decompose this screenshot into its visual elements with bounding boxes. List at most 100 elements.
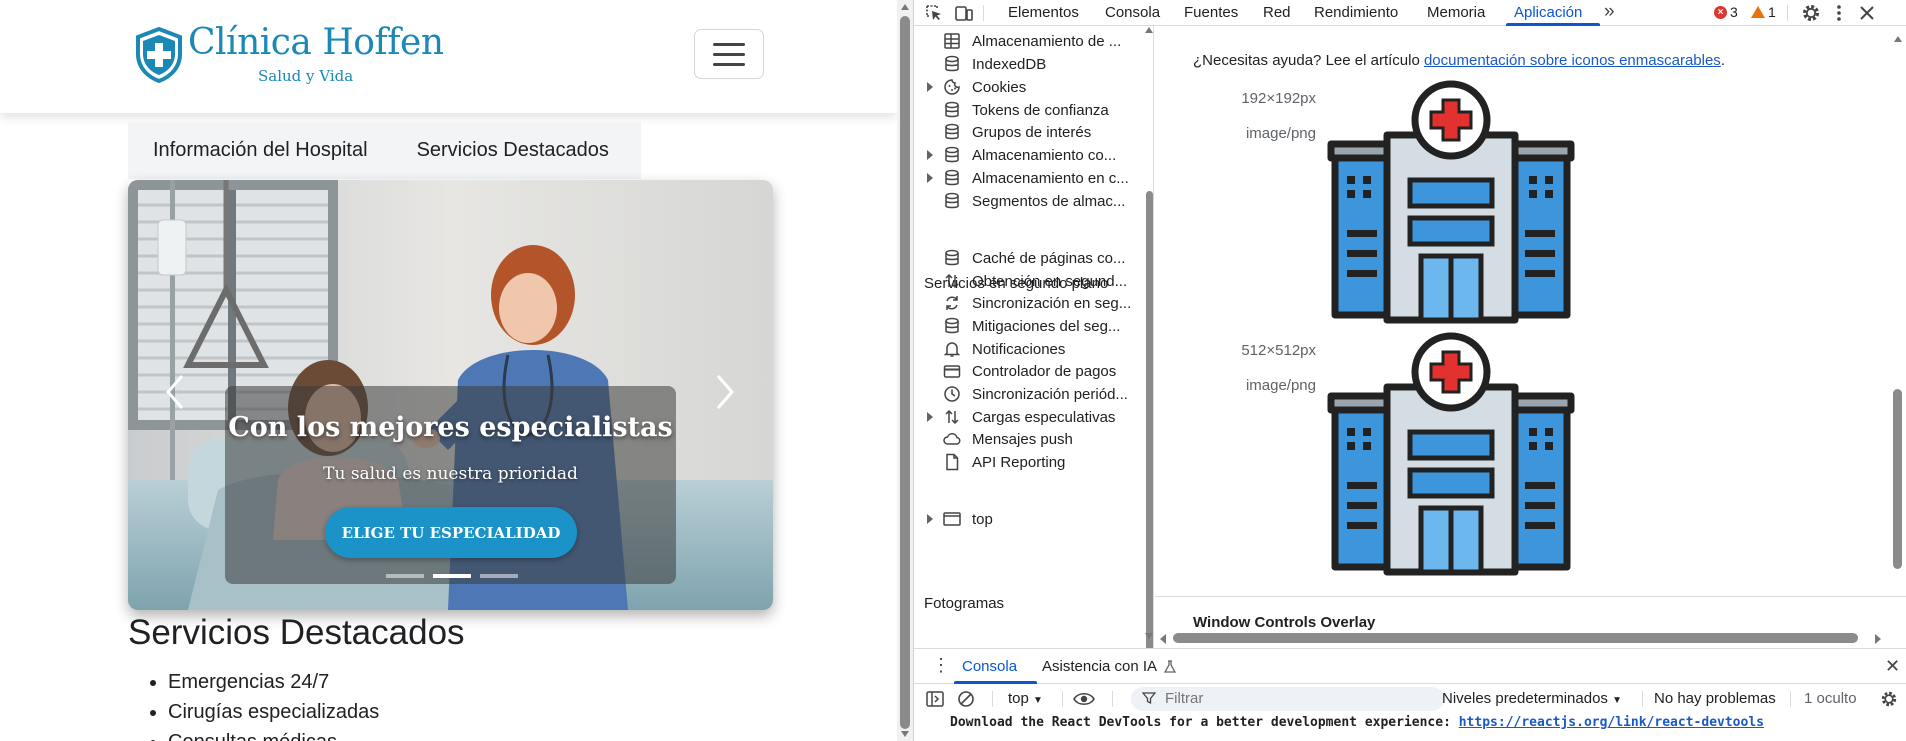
filter-icon — [1142, 692, 1156, 705]
sidebar-scrollbar-thumb[interactable] — [1146, 191, 1153, 648]
shield-cross-icon — [136, 26, 182, 83]
hospital-icon — [1327, 332, 1575, 576]
expand-caret-icon[interactable] — [927, 514, 933, 524]
console-filter-input[interactable] — [1131, 687, 1444, 711]
services-list: Emergencias 24/7 Cirugías especializadas… — [168, 667, 379, 741]
sidebar-item-tokens-de-confianza[interactable]: Tokens de confianza — [942, 98, 1109, 122]
database-icon — [945, 317, 959, 334]
carousel-indicator[interactable] — [386, 574, 424, 578]
carousel-prev-icon[interactable] — [158, 370, 194, 414]
sidebar-item-label: Tokens de confianza — [972, 101, 1109, 119]
drawer-tab-console[interactable]: Consola — [962, 658, 1017, 675]
sidebar-item-cache-de-paginas-co[interactable]: Caché de páginas co... — [942, 246, 1125, 270]
sidebar-item-grupos-de-interes[interactable]: Grupos de interés — [942, 120, 1091, 144]
sidebar-item-label: Mensajes push — [972, 430, 1073, 448]
sidebar-item-controlador-de-pagos[interactable]: Controlador de pagos — [942, 359, 1116, 383]
clear-console-icon[interactable] — [957, 690, 975, 708]
react-devtools-link[interactable]: https://reactjs.org/link/react-devtools — [1459, 715, 1764, 730]
sidebar-item-segmentos-de-almac[interactable]: Segmentos de almac... — [942, 189, 1125, 213]
scrollbar-thumb[interactable] — [900, 16, 910, 729]
tab-performance[interactable]: Rendimiento — [1314, 4, 1398, 21]
help-text: ¿Necesitas ayuda? Lee el artículo docume… — [1193, 52, 1725, 69]
sidebar-item-indexeddb[interactable]: IndexedDB — [942, 52, 1046, 76]
help-suffix: . — [1720, 52, 1725, 69]
page-scrollbar[interactable] — [897, 0, 913, 741]
expand-caret-icon[interactable] — [927, 150, 933, 160]
scroll-up-icon[interactable] — [1894, 36, 1902, 42]
sidebar-item-almacenamiento-de[interactable]: Almacenamiento de ... — [942, 29, 1121, 53]
warning-badge[interactable]: 1 — [1751, 4, 1776, 20]
help-prefix: ¿Necesitas ayuda? Lee el artículo — [1193, 52, 1424, 69]
sidebar-item-notificaciones[interactable]: Notificaciones — [942, 337, 1065, 361]
scroll-up-icon[interactable] — [901, 4, 909, 10]
tab-sources[interactable]: Fuentes — [1184, 4, 1238, 21]
maskable-icons-docs-link[interactable]: documentación sobre iconos enmascarables — [1424, 52, 1721, 69]
manifest-hscrollbar-thumb[interactable] — [1173, 633, 1858, 643]
sidebar-item-label: API Reporting — [972, 453, 1066, 471]
sidebar-item-mensajes-push[interactable]: Mensajes push — [942, 427, 1073, 451]
close-icon[interactable] — [1857, 3, 1877, 23]
device-toolbar-icon[interactable] — [954, 3, 974, 23]
carousel-indicator[interactable] — [480, 574, 518, 578]
bell-icon — [943, 342, 961, 357]
tab-network[interactable]: Red — [1263, 4, 1291, 21]
sidebar-item-cargas-especulativas[interactable]: Cargas especulativas — [942, 405, 1115, 429]
manifest-scrollbar-thumb[interactable] — [1893, 389, 1902, 569]
site-tabs: Información del Hospital Servicios Desta… — [128, 122, 641, 179]
choose-specialty-button[interactable]: ELIGE TU ESPECIALIDAD — [325, 507, 577, 558]
drawer-tab-ai-assistance[interactable]: Asistencia con IA — [1042, 658, 1157, 675]
services-heading: Servicios Destacados — [128, 613, 465, 652]
sidebar-item-almacenamiento-co[interactable]: Almacenamiento co... — [942, 143, 1116, 167]
navbar-toggle-button[interactable] — [694, 29, 764, 79]
tab-featured-services[interactable]: Servicios Destacados — [393, 139, 634, 162]
carousel-indicator[interactable] — [433, 574, 471, 578]
toolbar-divider — [1062, 691, 1063, 707]
gear-icon[interactable] — [1880, 690, 1898, 708]
sidebar-item-top[interactable]: top — [942, 507, 993, 531]
toolbar-divider — [1642, 691, 1643, 707]
context-selector[interactable]: top ▼ — [1008, 690, 1043, 707]
log-levels-dropdown[interactable]: Niveles predeterminados ▼ — [1442, 690, 1622, 707]
carousel-next-icon[interactable] — [706, 370, 742, 414]
sidebar-toggle-icon[interactable] — [926, 691, 944, 707]
kebab-menu-icon[interactable] — [1829, 3, 1849, 23]
section-divider — [1155, 596, 1906, 597]
toolbar-divider — [1787, 5, 1788, 21]
tab-hospital-info[interactable]: Información del Hospital — [128, 139, 393, 162]
sidebar-item-label: Almacenamiento en c... — [972, 169, 1129, 187]
more-tabs-icon[interactable]: » — [1604, 1, 1615, 23]
gear-icon[interactable] — [1801, 3, 1821, 23]
drawer-menu-icon[interactable]: ⋮ — [932, 656, 950, 674]
cookie-icon — [944, 79, 960, 95]
scroll-left-icon[interactable] — [1160, 634, 1166, 644]
expand-caret-icon[interactable] — [927, 82, 933, 92]
scroll-down-icon[interactable] — [1145, 633, 1153, 639]
carousel-subtitle: Tu salud es nuestra prioridad — [323, 464, 578, 484]
manifest-panel: ¿Necesitas ayuda? Lee el artículo docume… — [1155, 26, 1906, 648]
sidebar-item-api-reporting[interactable]: API Reporting — [942, 450, 1065, 474]
inspect-element-icon[interactable] — [924, 3, 944, 23]
sidebar-item-cookies[interactable]: Cookies — [942, 75, 1026, 99]
hidden-messages-count: 1 oculto — [1804, 690, 1857, 707]
sidebar-item-mitigaciones-del-seg[interactable]: Mitigaciones del seg... — [942, 314, 1120, 338]
issues-status[interactable]: No hay problemas — [1654, 690, 1776, 707]
expand-caret-icon[interactable] — [927, 173, 933, 183]
tab-application[interactable]: Aplicación — [1514, 4, 1582, 21]
sidebar-item-almacenamiento-en-c[interactable]: Almacenamiento en c... — [942, 166, 1129, 190]
brand-name[interactable]: Clínica Hoffen — [188, 22, 444, 63]
expand-caret-icon[interactable] — [927, 412, 933, 422]
tab-elements[interactable]: Elementos — [1008, 4, 1079, 21]
eye-icon[interactable] — [1072, 691, 1096, 707]
scroll-right-icon[interactable] — [1875, 634, 1881, 644]
frame-icon — [943, 512, 961, 526]
scroll-down-icon[interactable] — [901, 731, 909, 737]
sidebar-item-label: Mitigaciones del seg... — [972, 317, 1121, 335]
tab-memory[interactable]: Memoria — [1427, 4, 1485, 21]
error-badge[interactable]: × 3 — [1714, 4, 1738, 20]
tab-console[interactable]: Consola — [1105, 4, 1160, 21]
sidebar-item-sincronizacion-en-seg[interactable]: Sincronización en seg... — [942, 291, 1131, 315]
scroll-up-icon[interactable] — [1145, 27, 1153, 33]
sidebar-item-sincronizacion-period[interactable]: Sincronización periód... — [942, 382, 1128, 406]
close-icon[interactable]: ✕ — [1885, 656, 1900, 677]
hamburger-icon-bar — [713, 52, 745, 56]
